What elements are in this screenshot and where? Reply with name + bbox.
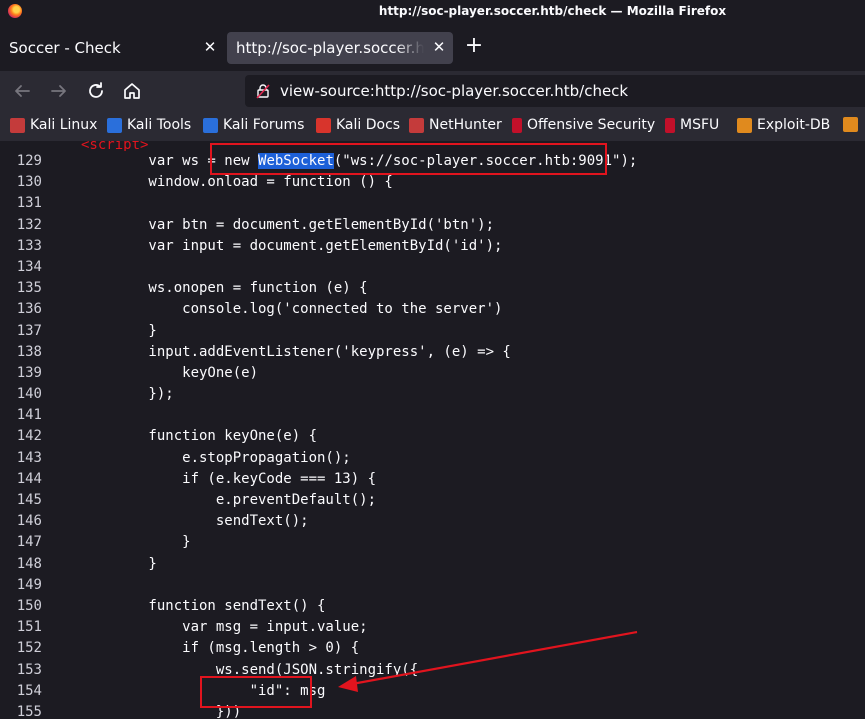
bookmark-nethunter[interactable]: NetHunter [409, 117, 502, 133]
bookmark-kali-docs[interactable]: Kali Docs [316, 117, 400, 133]
address-bar[interactable]: view-source:http://soc-player.soccer.htb… [245, 75, 865, 107]
bookmark-offensive-security[interactable]: Offensive Security [512, 117, 655, 133]
back-arrow-icon[interactable] [10, 79, 34, 103]
bookmark-label: Offensive Security [527, 117, 656, 133]
close-icon[interactable]: ✕ [431, 39, 447, 55]
bookmark-kali-tools[interactable]: Kali Tools [107, 117, 191, 133]
bookmark-label: NetHunter [429, 117, 502, 133]
reload-icon[interactable] [84, 79, 108, 103]
bookmark-kali-linux[interactable]: Kali Linux [10, 117, 97, 133]
kali-docs-icon [316, 117, 331, 133]
annotation-arrow [338, 630, 638, 692]
bookmark-label: Kali Linux [30, 117, 98, 133]
navigation-toolbar: view-source:http://soc-player.soccer.htb… [0, 71, 865, 111]
bookmark-exploit-db[interactable]: Exploit-DB [737, 117, 830, 133]
tab-label: Soccer - Check [9, 39, 121, 57]
kali-forums-icon [203, 117, 218, 133]
window-title: http://soc-player.soccer.htb/check — Moz… [378, 4, 727, 18]
bookmark-kali-forums[interactable]: Kali Forums [203, 117, 304, 133]
kali-dragon-icon [10, 117, 25, 133]
page-source-view: <script> 129 var ws = new WebSocket("ws:… [0, 141, 865, 719]
insecure-lock-icon[interactable] [255, 83, 271, 99]
offsec-icon [665, 117, 675, 133]
bookmark-overflow[interactable] [843, 117, 863, 132]
window-titlebar: http://soc-player.soccer.htb/check — Moz… [0, 0, 865, 24]
close-icon[interactable]: ✕ [202, 39, 218, 55]
bookmark-msfu[interactable]: MSFU [665, 117, 719, 133]
tab-soccer-check[interactable]: Soccer - Check ✕ [0, 32, 224, 64]
exploit-db-icon [843, 117, 858, 132]
bookmark-label: Kali Forums [223, 117, 305, 133]
url-text: view-source:http://soc-player.soccer.htb… [280, 82, 629, 100]
kali-tools-icon [107, 117, 122, 133]
tab-view-source[interactable]: http://soc-player.soccer.htb/check ✕ [227, 32, 453, 64]
bookmark-label: Kali Tools [127, 117, 192, 133]
forward-arrow-icon[interactable] [47, 79, 71, 103]
exploit-db-icon [737, 117, 752, 133]
new-tab-plus-icon[interactable]: + [464, 35, 484, 57]
home-icon[interactable] [120, 79, 144, 103]
tab-label: http://soc-player.soccer.htb/check [236, 39, 424, 57]
kali-dragon-icon [409, 117, 424, 133]
bookmark-label: Kali Docs [336, 117, 401, 133]
offsec-icon [512, 117, 522, 133]
bookmarks-toolbar: Kali Linux Kali Tools Kali Forums Kali D… [0, 111, 865, 141]
bookmark-label: MSFU [680, 117, 720, 133]
bookmark-label: Exploit-DB [757, 117, 831, 133]
tab-strip: Soccer - Check ✕ http://soc-player.socce… [0, 24, 865, 71]
